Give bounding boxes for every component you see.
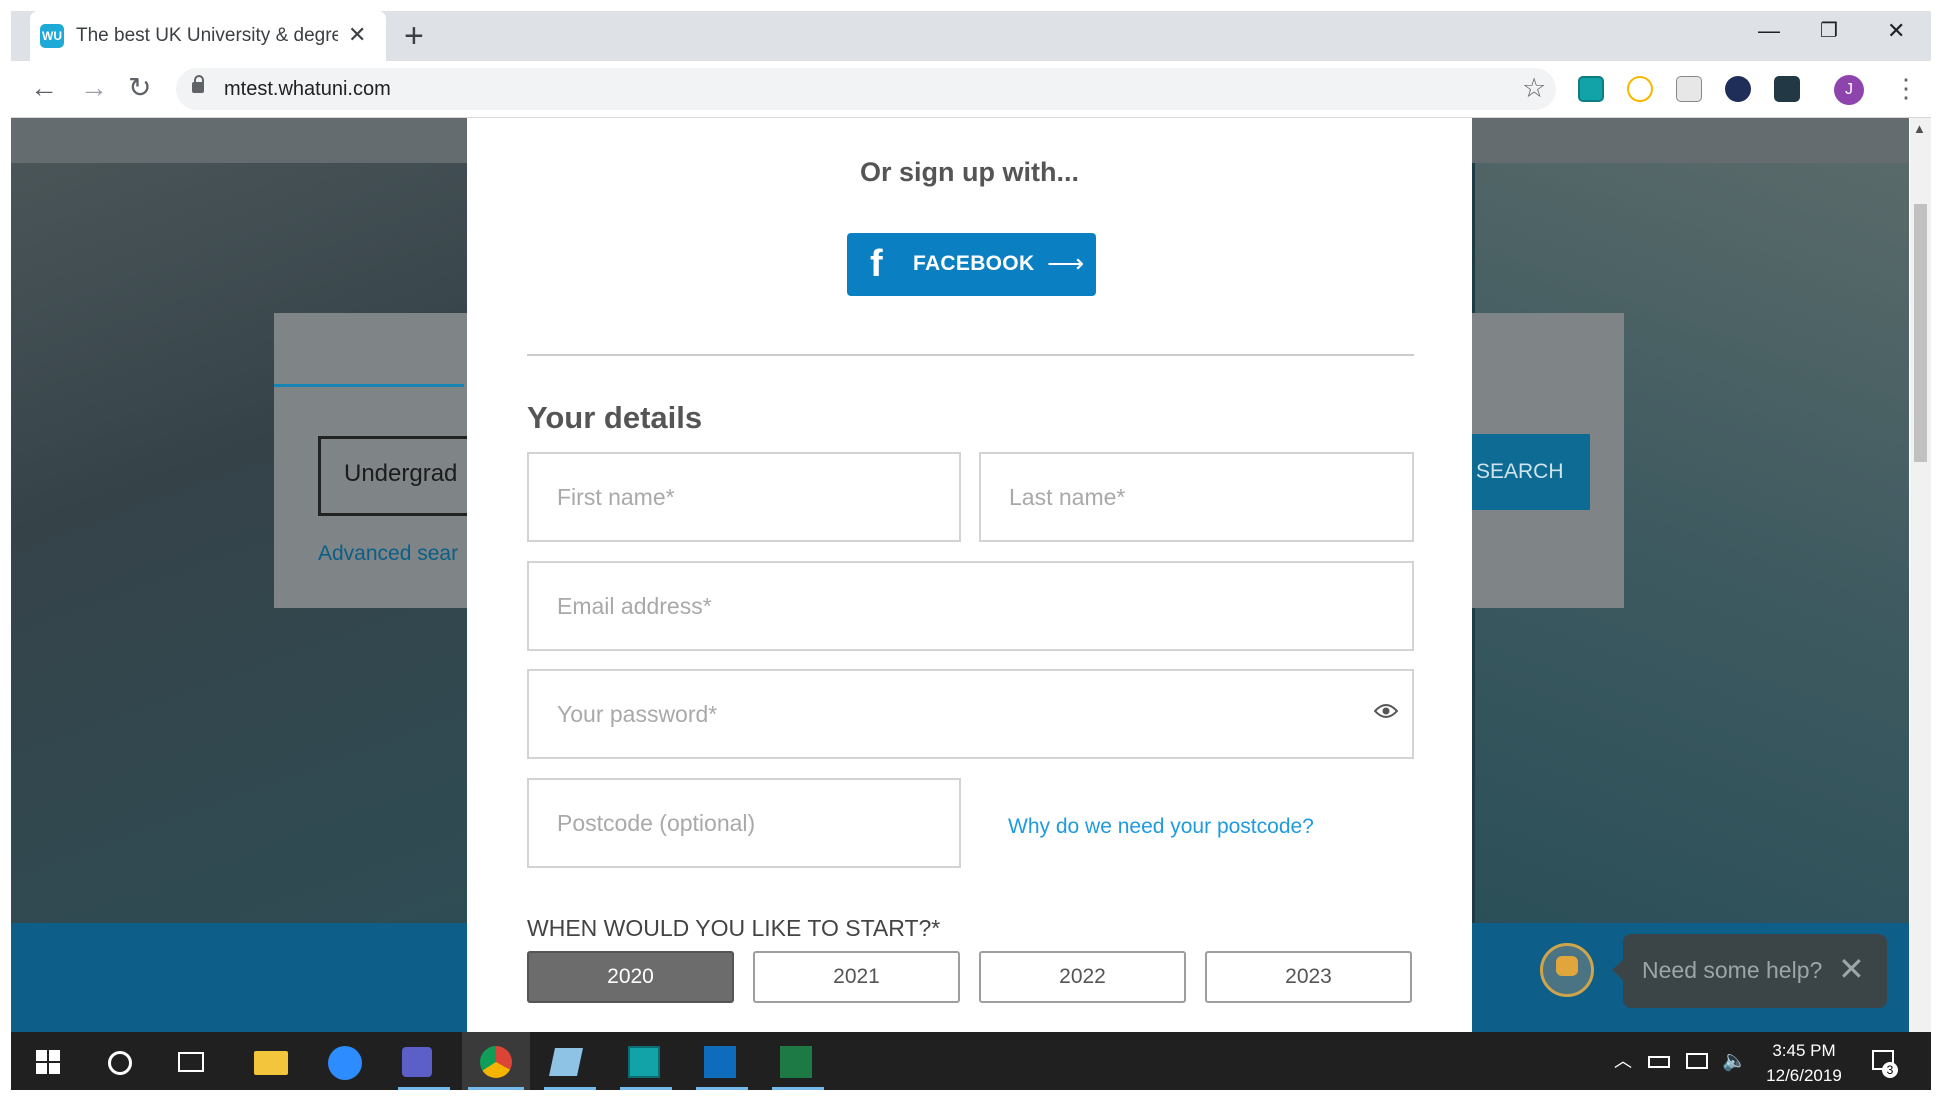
profile-avatar[interactable]: J — [1834, 75, 1864, 105]
facebook-icon: f — [870, 243, 883, 285]
new-tab-icon[interactable]: + — [404, 17, 424, 55]
study-level-value: Undergrad — [344, 460, 458, 487]
whatuni-favicon-icon: WU — [40, 24, 64, 48]
folder-icon — [254, 1051, 288, 1075]
extension-5-icon[interactable] — [1774, 76, 1800, 102]
help-text[interactable]: Need some help? — [1642, 953, 1822, 987]
year-option-2021[interactable]: 2021 — [753, 951, 960, 1003]
last-name-placeholder: Last name* — [1009, 484, 1126, 510]
extension-4-icon[interactable] — [1725, 76, 1751, 102]
first-name-field[interactable]: First name* — [527, 452, 961, 542]
taskbar-zoom[interactable] — [318, 1032, 382, 1090]
scrollbar-thumb[interactable] — [1914, 204, 1927, 462]
password-field[interactable]: Your password* — [527, 669, 1414, 759]
taskbar-chrome[interactable] — [462, 1032, 530, 1090]
extension-1-icon[interactable] — [1578, 76, 1604, 102]
window-close-icon[interactable]: ✕ — [1887, 14, 1905, 48]
email-field[interactable]: Email address* — [527, 561, 1414, 651]
teams-icon — [402, 1047, 432, 1077]
your-details-heading: Your details — [527, 400, 703, 435]
robot-face-icon — [1556, 956, 1578, 976]
divider — [527, 354, 1414, 356]
outlook-icon — [704, 1046, 736, 1078]
taskbar-date[interactable]: 12/6/2019 — [1758, 1065, 1850, 1087]
restore-icon[interactable]: ❐ — [1820, 14, 1838, 48]
email-placeholder: Email address* — [557, 593, 712, 619]
why-postcode-link[interactable]: Why do we need your postcode? — [1008, 812, 1314, 842]
notepad-app-icon — [549, 1048, 583, 1076]
last-name-field[interactable]: Last name* — [979, 452, 1414, 542]
minimize-icon[interactable]: — — [1758, 14, 1780, 48]
taskbar-file-explorer[interactable] — [244, 1032, 308, 1090]
battery-icon[interactable] — [1648, 1056, 1670, 1068]
arrow-right-icon: ⟶ — [1047, 248, 1085, 278]
taskbar-notepad-app[interactable] — [538, 1032, 602, 1090]
first-name-placeholder: First name* — [557, 484, 675, 510]
postcode-field[interactable]: Postcode (optional) — [527, 778, 961, 868]
taskbar-teams[interactable] — [392, 1032, 456, 1090]
search-tab-underline — [274, 384, 464, 387]
postcode-placeholder: Postcode (optional) — [557, 810, 756, 836]
cortana-search-icon[interactable] — [108, 1051, 132, 1075]
extension-3-icon[interactable] — [1676, 76, 1702, 102]
tab-close-icon[interactable]: ✕ — [348, 22, 366, 48]
task-view-icon[interactable] — [178, 1052, 204, 1072]
chrome-icon — [480, 1046, 512, 1078]
reload-icon[interactable]: ↻ — [128, 70, 151, 106]
search-button[interactable]: SEARCH — [1462, 434, 1590, 510]
start-year-question: WHEN WOULD YOU LIKE TO START?* — [527, 915, 941, 941]
show-hidden-icons-chevron-icon[interactable]: ︿ — [1614, 1050, 1632, 1072]
tab-title[interactable]: The best UK University & degree — [76, 24, 338, 48]
teal-app-icon — [628, 1046, 660, 1078]
extension-2-icon[interactable] — [1627, 76, 1653, 102]
notification-count-badge: 3 — [1882, 1062, 1898, 1078]
lock-icon[interactable] — [192, 75, 204, 93]
windows-start-icon[interactable] — [36, 1050, 60, 1074]
taskbar-excel[interactable] — [766, 1032, 830, 1090]
show-password-eye-icon[interactable] — [1374, 703, 1398, 719]
help-close-icon[interactable]: ✕ — [1838, 950, 1865, 988]
password-placeholder: Your password* — [557, 701, 718, 727]
advanced-search-link[interactable]: Advanced sear — [318, 540, 458, 568]
year-option-2022[interactable]: 2022 — [979, 951, 1186, 1003]
back-icon[interactable]: ← — [30, 70, 58, 106]
scroll-up-arrow-icon[interactable]: ▲ — [1913, 122, 1926, 136]
browser-menu-icon[interactable]: ⋮ — [1893, 72, 1919, 104]
signup-with-heading: Or sign up with... — [860, 157, 1079, 187]
url-text[interactable]: mtest.whatuni.com — [224, 76, 391, 102]
zoom-icon — [328, 1046, 362, 1080]
network-icon[interactable] — [1686, 1053, 1708, 1069]
forward-icon[interactable]: → — [80, 70, 108, 106]
facebook-signup-button[interactable]: f FACEBOOK ⟶ — [847, 233, 1096, 296]
bookmark-star-icon[interactable]: ☆ — [1522, 72, 1546, 104]
facebook-button-label: FACEBOOK — [913, 252, 1035, 275]
year-option-2023[interactable]: 2023 — [1205, 951, 1412, 1003]
year-option-2020[interactable]: 2020 — [527, 951, 734, 1003]
taskbar-app-teal[interactable] — [614, 1032, 678, 1090]
volume-icon[interactable]: 🔈 — [1722, 1049, 1747, 1073]
taskbar-outlook[interactable] — [690, 1032, 754, 1090]
taskbar-time[interactable]: 3:45 PM — [1758, 1040, 1850, 1062]
excel-icon — [780, 1046, 812, 1078]
